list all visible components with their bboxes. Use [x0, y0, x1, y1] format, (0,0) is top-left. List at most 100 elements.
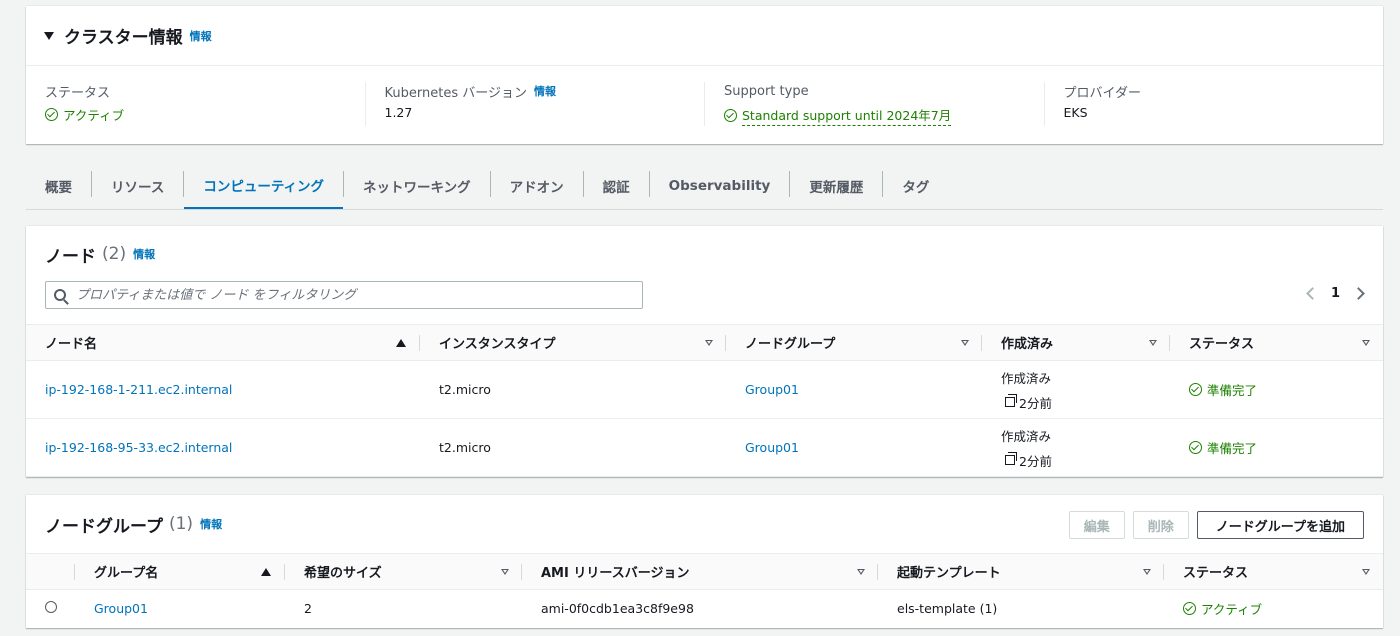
- provider-column: プロバイダー EKS: [1043, 82, 1384, 126]
- cluster-kv-row: ステータス アクティブ Kubernetes バージョン 情報 1.27 Sup…: [26, 66, 1383, 126]
- support-type-value[interactable]: Standard support until 2024年7月: [724, 105, 1044, 126]
- copy-icon[interactable]: [1005, 452, 1017, 465]
- node-group-link[interactable]: Group01: [745, 382, 799, 397]
- column-header-node-group[interactable]: ノードグループ: [726, 324, 982, 361]
- instance-type: t2.micro: [420, 418, 726, 477]
- status-cell: 準備完了: [1170, 360, 1383, 419]
- check-circle-icon: [724, 109, 737, 122]
- tab-update-history[interactable]: 更新履歴: [790, 163, 882, 209]
- copy-icon[interactable]: [1005, 394, 1017, 407]
- nodegroups-actions: 編集 削除 ノードグループを追加: [1068, 511, 1364, 539]
- k8s-version-column: Kubernetes バージョン 情報 1.27: [364, 82, 705, 126]
- tab-bar: 概要 リソース コンピューティング ネットワーキング アドオン 認証 Obser…: [26, 163, 1383, 210]
- column-header-node-name[interactable]: ノード名: [26, 324, 420, 361]
- k8s-info-link[interactable]: 情報: [534, 83, 556, 99]
- nodegroups-count: (1): [168, 514, 194, 534]
- group-name-link[interactable]: Group01: [94, 601, 148, 616]
- created-ago: 2分前: [1019, 453, 1052, 469]
- column-header-status[interactable]: ステータス: [1164, 553, 1383, 590]
- tab-networking[interactable]: ネットワーキング: [344, 163, 490, 209]
- cluster-info-link[interactable]: 情報: [190, 28, 212, 44]
- tab-observability[interactable]: Observability: [650, 163, 790, 209]
- node-status: 準備完了: [1207, 441, 1258, 456]
- cluster-info-title: クラスター情報: [64, 28, 183, 48]
- delete-button[interactable]: 削除: [1132, 511, 1189, 539]
- tab-resources[interactable]: リソース: [92, 163, 183, 209]
- cluster-info-header[interactable]: クラスター情報 情報: [26, 6, 1383, 66]
- nodes-count: (2): [102, 244, 127, 264]
- node-name-link[interactable]: ip-192-168-1-211.ec2.internal: [45, 382, 232, 397]
- add-nodegroup-button[interactable]: ノードグループを追加: [1196, 511, 1364, 539]
- column-header-instance-type[interactable]: インスタンスタイプ: [420, 324, 726, 361]
- table-header-row: ノード名 インスタンスタイプ ノードグループ 作成済み ステータス: [26, 324, 1383, 361]
- edit-button[interactable]: 編集: [1068, 511, 1125, 539]
- sort-icon[interactable]: [1362, 340, 1370, 346]
- nodegroups-table: グループ名 希望のサイズ AMI リリースバージョン 起動テンプレート ステータ…: [26, 553, 1383, 628]
- tab-overview[interactable]: 概要: [26, 163, 91, 209]
- sort-icon[interactable]: [857, 569, 865, 575]
- column-header-desired-size[interactable]: 希望のサイズ: [285, 553, 522, 590]
- column-header-group-name[interactable]: グループ名: [75, 553, 285, 590]
- k8s-version-value: 1.27: [384, 105, 413, 120]
- node-group-link[interactable]: Group01: [745, 440, 799, 455]
- column-header-status[interactable]: ステータス: [1170, 324, 1383, 361]
- ami-version: ami-0f0cdb1ea3c8f9e98: [541, 601, 694, 617]
- nodes-header: ノード (2) 情報: [26, 226, 1383, 282]
- sort-icon[interactable]: [705, 340, 713, 346]
- created-label: 作成済み: [1001, 428, 1052, 444]
- instance-type: t2.micro: [420, 360, 726, 419]
- table-header-row: グループ名 希望のサイズ AMI リリースバージョン 起動テンプレート ステータ…: [26, 553, 1383, 590]
- created-cell: 作成済み 2分前: [982, 360, 1170, 419]
- sort-ascending-icon[interactable]: [261, 568, 271, 576]
- nodegroup-status: アクティブ: [1201, 602, 1263, 618]
- check-circle-icon: [1189, 383, 1202, 396]
- status-value: アクティブ: [45, 105, 365, 124]
- check-circle-icon: [1189, 441, 1202, 454]
- sort-icon[interactable]: [501, 569, 509, 575]
- chevron-left-icon[interactable]: [1306, 287, 1319, 300]
- support-type-column: Support type Standard support until 2024…: [704, 82, 1044, 126]
- nodegroups-panel: ノードグループ (1) 情報 編集 削除 ノードグループを追加 グループ名 希望…: [26, 495, 1383, 628]
- sort-icon[interactable]: [961, 340, 969, 346]
- provider-value: EKS: [1063, 105, 1088, 120]
- status-cell: 準備完了: [1170, 418, 1383, 477]
- column-header-launch-template[interactable]: 起動テンプレート: [878, 553, 1164, 590]
- k8s-version-label: Kubernetes バージョン 情報: [384, 82, 705, 101]
- created-ago: 2分前: [1019, 395, 1052, 411]
- status-column: ステータス アクティブ: [26, 82, 365, 126]
- launch-template: els-template (1): [897, 601, 998, 617]
- nodes-filter-input[interactable]: [76, 287, 616, 303]
- cluster-info-panel: クラスター情報 情報 ステータス アクティブ Kubernetes バージョン …: [26, 6, 1383, 144]
- provider-label: プロバイダー: [1063, 85, 1141, 101]
- sort-icon[interactable]: [1362, 569, 1370, 575]
- status-label: ステータス: [45, 85, 111, 101]
- row-radio[interactable]: [45, 601, 57, 614]
- status-text: アクティブ: [63, 108, 125, 123]
- column-header-ami-version[interactable]: AMI リリースバージョン: [522, 553, 878, 590]
- nodes-pagination: 1: [1306, 286, 1365, 301]
- support-type-text[interactable]: Standard support until 2024年7月: [742, 105, 952, 126]
- tab-addons[interactable]: アドオン: [491, 163, 583, 209]
- table-row: ip-192-168-95-33.ec2.internal t2.micro G…: [26, 418, 1383, 477]
- chevron-right-icon[interactable]: [1352, 287, 1365, 300]
- tab-auth[interactable]: 認証: [584, 163, 649, 209]
- nodegroups-info-link[interactable]: 情報: [200, 516, 222, 532]
- nodes-filter[interactable]: [45, 281, 643, 309]
- created-cell: 作成済み 2分前: [982, 418, 1170, 477]
- table-row: Group01 2 ami-0f0cdb1ea3c8f9e98 els-temp…: [26, 590, 1383, 628]
- created-label: 作成済み: [1001, 370, 1052, 386]
- caret-down-icon[interactable]: [44, 31, 54, 40]
- sort-ascending-icon[interactable]: [396, 339, 406, 347]
- check-circle-icon: [1183, 602, 1196, 616]
- nodes-info-link[interactable]: 情報: [133, 246, 155, 262]
- tab-tags[interactable]: タグ: [883, 163, 948, 209]
- sort-icon[interactable]: [1143, 569, 1151, 575]
- status-cell: アクティブ: [1164, 590, 1383, 628]
- tab-compute[interactable]: コンピューティング: [184, 163, 344, 209]
- column-header-created[interactable]: 作成済み: [982, 324, 1170, 361]
- node-name-link[interactable]: ip-192-168-95-33.ec2.internal: [45, 440, 232, 455]
- k8s-version-label-text: Kubernetes バージョン: [384, 85, 527, 101]
- page-number[interactable]: 1: [1331, 286, 1340, 301]
- node-status: 準備完了: [1207, 383, 1258, 398]
- sort-icon[interactable]: [1149, 340, 1157, 346]
